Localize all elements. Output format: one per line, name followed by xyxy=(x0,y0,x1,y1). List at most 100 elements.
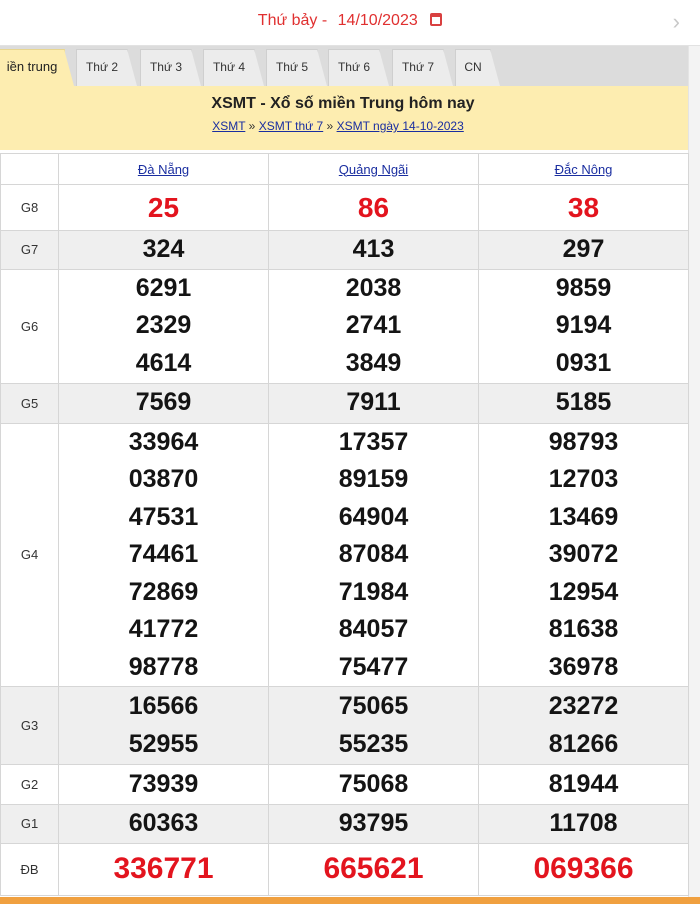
date-display[interactable]: Thứ bảy - 14/10/2023 xyxy=(0,12,700,30)
result-number: 336771 xyxy=(113,852,214,886)
breadcrumb: XSMT » XSMT thứ 7 » XSMT ngày 14-10-2023 xyxy=(0,119,676,133)
result-cell: 6291 2329 4614 xyxy=(58,268,269,384)
result-number: 52955 xyxy=(128,729,199,758)
tab-label: CN xyxy=(464,60,482,74)
tab-thu-3[interactable]: Thứ 3 xyxy=(140,49,201,86)
result-cell: 23272 81266 xyxy=(478,686,689,765)
result-cell: 38 xyxy=(478,184,689,231)
result-cell: 17357 89159 64904 87084 71984 84057 75477 xyxy=(268,422,479,687)
result-number: 0931 xyxy=(555,348,612,377)
result-cell: 16566 52955 xyxy=(58,686,269,765)
prize-name: G2 xyxy=(0,764,59,805)
prize-row-g5: G5 7569 7911 5185 xyxy=(0,382,689,424)
result-cell: 069366 xyxy=(478,842,689,896)
result-number: 75068 xyxy=(338,769,409,798)
result-number: 89159 xyxy=(338,465,409,493)
result-number: 23272 xyxy=(548,692,619,720)
tab-cn[interactable]: CN xyxy=(455,49,500,86)
result-number: 72869 xyxy=(128,577,199,606)
result-cell: 75065 55235 xyxy=(268,686,479,765)
result-number: 81638 xyxy=(548,615,619,643)
result-number: 9859 xyxy=(555,273,612,302)
result-cell: 665621 xyxy=(268,842,479,896)
prize-name: G5 xyxy=(0,382,59,424)
result-number: 2038 xyxy=(345,273,402,302)
prize-name: G6 xyxy=(0,268,59,384)
tab-mien-trung[interactable]: iền trung xyxy=(0,49,74,86)
tab-thu-7[interactable]: Thứ 7 xyxy=(392,49,453,86)
prize-row-g7: G7 324 413 297 xyxy=(0,230,689,270)
result-number: 069366 xyxy=(533,852,634,886)
tab-thu-5[interactable]: Thứ 5 xyxy=(266,49,327,86)
province-header-row: Đà Nẵng Quảng Ngãi Đắc Nông xyxy=(0,153,689,185)
breadcrumb-xsmt[interactable]: XSMT xyxy=(212,119,245,133)
result-cell: 336771 xyxy=(58,842,269,896)
province-link-da-nang[interactable]: Đà Nẵng xyxy=(138,162,189,177)
prize-name: G1 xyxy=(0,804,59,844)
breadcrumb-separator: » xyxy=(326,119,334,133)
province-cell: Quảng Ngãi xyxy=(268,153,479,185)
tab-thu-6[interactable]: Thứ 6 xyxy=(328,49,389,86)
prize-row-g3: G3 16566 52955 75065 55235 23272 81266 xyxy=(0,686,689,765)
bottom-strip xyxy=(0,897,700,904)
result-cell: 86 xyxy=(268,184,479,231)
prize-row-g6: G6 6291 2329 4614 2038 2741 3849 9859 9194 0931 xyxy=(0,268,689,384)
prize-header-cell xyxy=(0,153,59,185)
prize-name: G7 xyxy=(0,230,59,270)
date-value: 14/10/2023 xyxy=(337,12,418,29)
result-number: 6291 xyxy=(135,273,192,302)
breadcrumb-xsmt-ngay[interactable]: XSMT ngày 14-10-2023 xyxy=(337,119,464,133)
result-cell: 297 xyxy=(478,230,689,270)
result-number: 81944 xyxy=(548,769,619,798)
prize-name: ĐB xyxy=(0,842,59,896)
result-number: 73939 xyxy=(128,769,199,798)
result-number: 64904 xyxy=(338,502,409,531)
result-number: 17357 xyxy=(338,427,409,456)
calendar-icon[interactable] xyxy=(430,13,443,26)
result-number: 4614 xyxy=(135,348,192,377)
result-number: 39072 xyxy=(548,540,619,568)
tab-label: Thứ 4 xyxy=(212,60,246,74)
result-number: 55235 xyxy=(338,729,409,758)
result-number: 413 xyxy=(352,235,395,263)
result-number: 41772 xyxy=(128,615,199,643)
result-number: 60363 xyxy=(128,809,199,837)
tab-thu-2[interactable]: Thứ 2 xyxy=(76,49,137,86)
weekday-label: Thứ bảy - xyxy=(257,12,328,29)
result-cell: 73939 xyxy=(58,764,269,805)
breadcrumb-separator: » xyxy=(248,119,256,133)
tab-label: iền trung xyxy=(6,59,58,74)
region-day-tabs: iền trung Thứ 2 Thứ 3 Thứ 4 Thứ 5 Thứ 6 … xyxy=(0,46,700,86)
result-number: 47531 xyxy=(128,502,199,531)
result-number: 7911 xyxy=(346,388,401,417)
results-body: G8 25 86 38 G7 324 413 297 G6 6291 2329 4614 2038 274… xyxy=(0,184,689,896)
province-cell: Đà Nẵng xyxy=(58,153,269,185)
result-number: 38 xyxy=(567,191,600,223)
result-cell: 5185 xyxy=(478,382,689,424)
tab-thu-4[interactable]: Thứ 4 xyxy=(203,49,264,86)
result-number: 93795 xyxy=(338,809,409,837)
prize-row-g1: G1 60363 93795 11708 xyxy=(0,804,689,844)
result-number: 13469 xyxy=(548,502,619,531)
tab-label: Thứ 2 xyxy=(85,60,119,74)
result-number: 98778 xyxy=(128,652,199,681)
result-number: 71984 xyxy=(338,577,409,606)
result-number: 84057 xyxy=(338,615,409,643)
result-cell: 413 xyxy=(268,230,479,270)
chevron-right-icon[interactable]: › xyxy=(673,10,680,34)
prize-row-đb: ĐB 336771 665621 069366 xyxy=(0,842,689,896)
province-link-dac-nong[interactable]: Đắc Nông xyxy=(555,162,613,177)
result-number: 87084 xyxy=(338,540,409,568)
breadcrumb-xsmt-thu-7[interactable]: XSMT thứ 7 xyxy=(259,119,324,133)
result-cell: 81944 xyxy=(478,764,689,805)
prize-name: G4 xyxy=(0,422,59,687)
result-cell: 7569 xyxy=(58,382,269,424)
result-cell: 25 xyxy=(58,184,269,231)
prize-row-g4: G4 33964 03870 47531 74461 72869 41772 98778 173… xyxy=(0,422,689,687)
result-number: 25 xyxy=(147,191,180,223)
result-number: 03870 xyxy=(128,465,199,493)
province-link-quang-ngai[interactable]: Quảng Ngãi xyxy=(339,162,408,177)
scroll-gutter xyxy=(688,46,700,897)
result-number: 98793 xyxy=(548,427,619,456)
result-number: 81266 xyxy=(548,729,619,758)
